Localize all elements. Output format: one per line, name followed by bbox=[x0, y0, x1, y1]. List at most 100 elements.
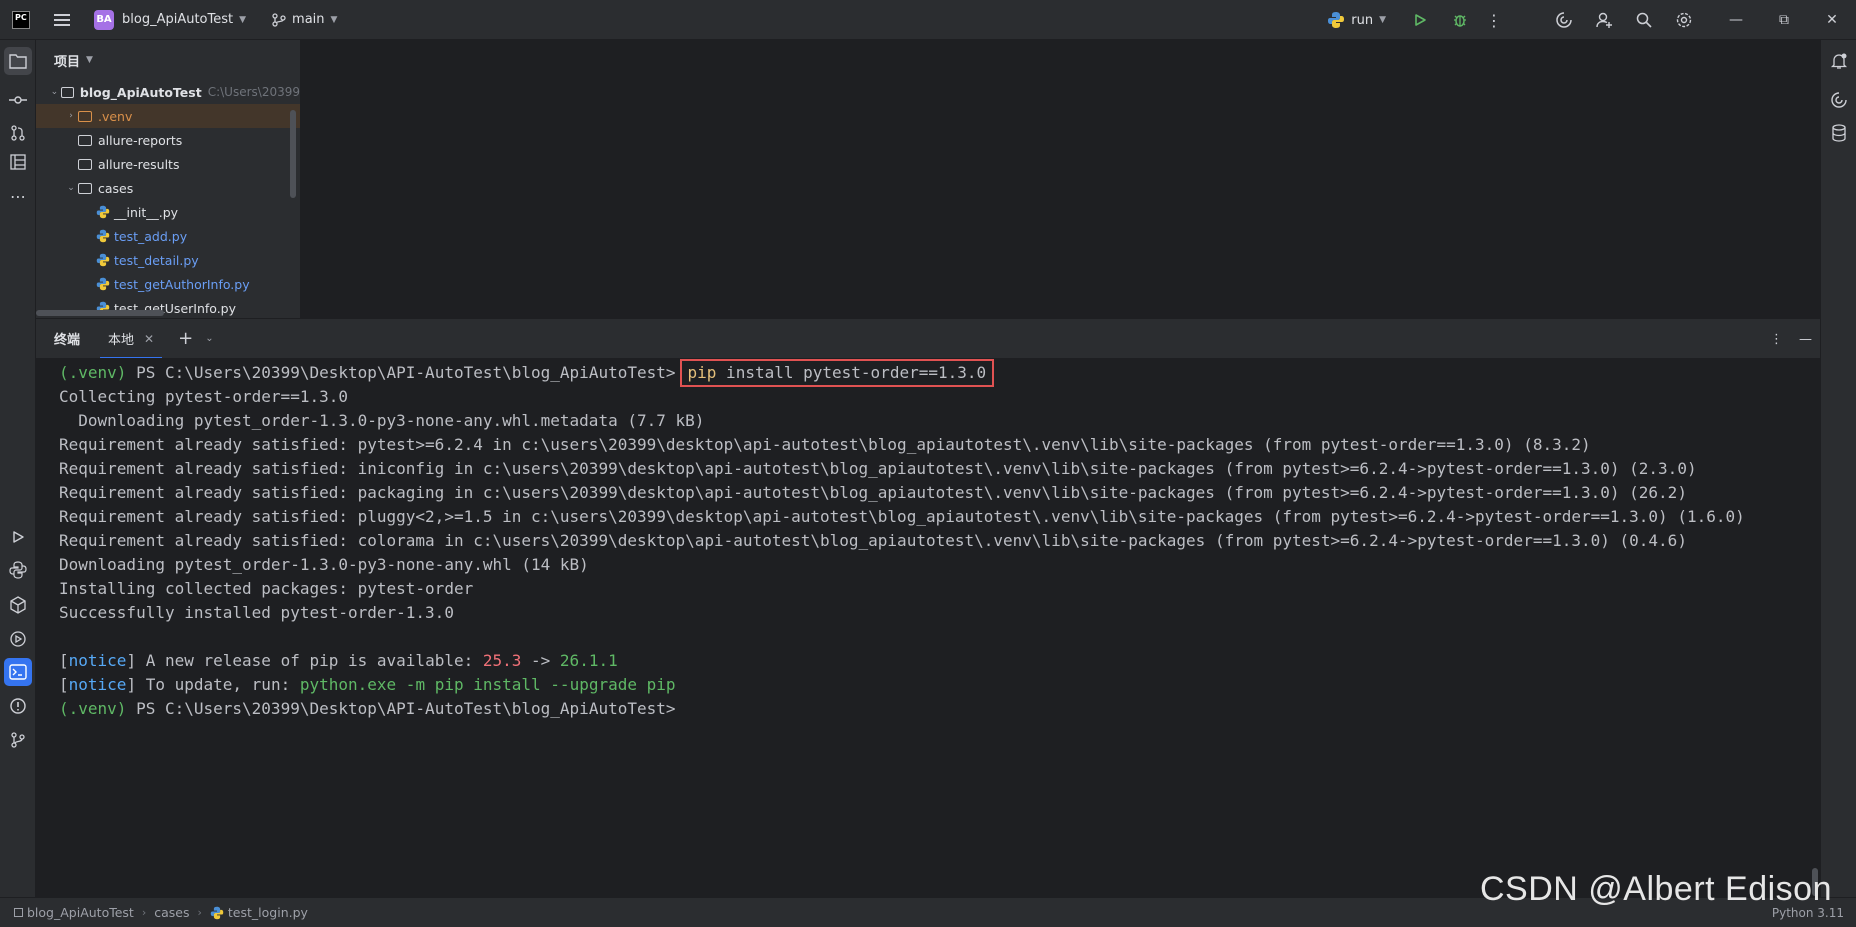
add-tab-icon[interactable]: + bbox=[178, 328, 193, 349]
project-panel-header[interactable]: 项目 ▼ bbox=[36, 40, 300, 80]
arrow-text: -> bbox=[521, 651, 560, 670]
chevron-down-icon: ▼ bbox=[86, 55, 93, 65]
horizontal-scrollbar[interactable] bbox=[36, 310, 164, 316]
python-file-icon bbox=[96, 205, 110, 219]
more-options-icon[interactable]: ⋮ bbox=[1770, 332, 1783, 347]
commit-icon[interactable] bbox=[4, 86, 32, 114]
chevron-down-icon[interactable]: ⌄ bbox=[64, 183, 78, 193]
folder-icon bbox=[78, 158, 92, 170]
tree-item-path: C:\Users\20399 bbox=[207, 85, 300, 99]
prompt-venv: (.venv) bbox=[59, 363, 127, 382]
notice-tag: notice bbox=[68, 675, 127, 694]
folder-icon bbox=[60, 86, 74, 98]
pull-requests-icon[interactable] bbox=[4, 119, 32, 147]
services-icon[interactable] bbox=[4, 625, 32, 653]
tree-item-label: __init__.py bbox=[114, 204, 179, 220]
terminal-line: Collecting pytest-order==1.3.0 bbox=[59, 387, 348, 406]
tree-item-test-get-author-info[interactable]: test_getAuthorInfo.py bbox=[36, 272, 300, 296]
more-tools-icon[interactable]: ⋯ bbox=[4, 182, 32, 210]
ai-assistant-icon[interactable] bbox=[1544, 0, 1584, 40]
project-badge: BA bbox=[94, 9, 114, 30]
database-icon[interactable] bbox=[1825, 119, 1853, 147]
chevron-down-icon: ▼ bbox=[330, 14, 338, 25]
more-actions-icon[interactable]: ⋮ bbox=[1480, 0, 1508, 40]
tree-item-cases[interactable]: ⌄ cases bbox=[36, 176, 300, 200]
git-icon[interactable] bbox=[4, 726, 32, 754]
bracket: [ bbox=[59, 651, 69, 670]
close-window-button[interactable]: ✕ bbox=[1808, 0, 1856, 40]
terminal-line: Successfully installed pytest-order-1.3.… bbox=[59, 603, 454, 622]
project-switcher[interactable]: BA blog_ApiAutoTest ▼ bbox=[88, 6, 252, 34]
add-user-icon[interactable] bbox=[1584, 0, 1624, 40]
tree-item-label: test_detail.py bbox=[114, 252, 199, 268]
terminal-tab-local[interactable]: 本地 ✕ bbox=[100, 319, 163, 359]
problems-icon[interactable] bbox=[4, 692, 32, 720]
chevron-right-icon[interactable]: › bbox=[64, 111, 78, 121]
python-packages-icon[interactable] bbox=[4, 591, 32, 619]
chevron-down-icon[interactable]: ⌄ bbox=[205, 333, 213, 344]
terminal-tool-icon[interactable] bbox=[4, 658, 32, 686]
chevron-down-icon[interactable]: ⌄ bbox=[48, 87, 61, 97]
folder-icon bbox=[78, 110, 92, 122]
tree-item-test-add[interactable]: test_add.py bbox=[36, 224, 300, 248]
tree-item-root[interactable]: ⌄ blog_ApiAutoTest C:\Users\20399 bbox=[36, 80, 300, 104]
run-tool-icon[interactable] bbox=[4, 523, 32, 551]
bracket: ] bbox=[126, 651, 137, 670]
git-branch-icon bbox=[272, 12, 286, 27]
structure-icon[interactable] bbox=[4, 148, 32, 176]
breadcrumb: blog_ApiAutoTest › cases › test_login.py bbox=[14, 905, 308, 920]
terminal-line: Requirement already satisfied: iniconfig… bbox=[59, 459, 1697, 478]
main-menu-icon[interactable] bbox=[54, 13, 70, 26]
terminal-output[interactable]: (.venv) PS C:\Users\20399\Desktop\API-Au… bbox=[36, 358, 1820, 897]
ai-chat-icon[interactable] bbox=[1825, 86, 1853, 114]
tree-item-venv[interactable]: › .venv bbox=[36, 104, 300, 128]
search-icon[interactable] bbox=[1624, 0, 1664, 40]
terminal-line: Installing collected packages: pytest-or… bbox=[59, 579, 474, 598]
status-bar: blog_ApiAutoTest › cases › test_login.py… bbox=[0, 897, 1856, 927]
module-icon bbox=[14, 908, 23, 917]
python-file-icon bbox=[96, 229, 110, 243]
terminal-line: Downloading pytest_order-1.3.0-py3-none-… bbox=[59, 411, 705, 430]
close-icon[interactable]: ✕ bbox=[144, 332, 154, 346]
python-file-icon bbox=[210, 906, 224, 919]
editor-area[interactable] bbox=[301, 40, 1820, 318]
prompt-venv: (.venv) bbox=[59, 699, 127, 718]
project-tool-icon[interactable] bbox=[4, 47, 32, 75]
command-args: install pytest-order==1.3.0 bbox=[716, 363, 987, 382]
tree-item-test-detail[interactable]: test_detail.py bbox=[36, 248, 300, 272]
tree-item-label: blog_ApiAutoTest bbox=[79, 84, 202, 100]
branch-switcher[interactable]: main ▼ bbox=[272, 12, 337, 27]
breadcrumb-item[interactable]: cases bbox=[154, 905, 189, 920]
command-pip: pip bbox=[687, 363, 717, 382]
run-config-selector[interactable]: run ▼ bbox=[1327, 11, 1386, 29]
restore-button[interactable]: ⧉ bbox=[1760, 0, 1808, 40]
chevron-right-icon: › bbox=[141, 906, 147, 919]
terminal-line: Requirement already satisfied: pytest>=6… bbox=[59, 435, 1591, 454]
terminal-notice-line: [notice] To update, run: python.exe -m p… bbox=[59, 673, 1820, 697]
tree-item-allure-results[interactable]: allure-results bbox=[36, 152, 300, 176]
python-console-icon[interactable] bbox=[4, 556, 32, 584]
settings-gear-icon[interactable] bbox=[1664, 0, 1704, 40]
tree-item-label: .venv bbox=[98, 108, 133, 124]
branch-name: main bbox=[292, 12, 325, 27]
debug-icon[interactable] bbox=[1440, 0, 1480, 40]
notifications-icon[interactable] bbox=[1825, 47, 1853, 75]
vertical-scrollbar[interactable] bbox=[290, 110, 296, 198]
terminal-scrollbar[interactable] bbox=[1812, 868, 1818, 896]
breadcrumb-item[interactable]: blog_ApiAutoTest bbox=[27, 905, 134, 920]
tree-item-label: test_add.py bbox=[114, 228, 188, 244]
python-interpreter[interactable]: Python 3.11 bbox=[1772, 906, 1844, 920]
python-icon bbox=[1328, 12, 1345, 28]
minimize-button[interactable]: — bbox=[1712, 0, 1760, 40]
hide-panel-icon[interactable]: — bbox=[1799, 332, 1812, 347]
terminal-line: Requirement already satisfied: colorama … bbox=[59, 531, 1687, 550]
title-bar: PC BA blog_ApiAutoTest ▼ main ▼ run ▼ ⋮ … bbox=[0, 0, 1856, 40]
new-version: 26.1.1 bbox=[559, 651, 618, 670]
terminal-line: (.venv) PS C:\Users\20399\Desktop\API-Au… bbox=[59, 359, 1820, 387]
run-icon[interactable] bbox=[1400, 0, 1440, 40]
tree-item-allure-reports[interactable]: allure-reports bbox=[36, 128, 300, 152]
breadcrumb-item[interactable]: test_login.py bbox=[228, 905, 308, 920]
tree-item-init[interactable]: __init__.py bbox=[36, 200, 300, 224]
notice-text: To update, run: bbox=[136, 675, 300, 694]
